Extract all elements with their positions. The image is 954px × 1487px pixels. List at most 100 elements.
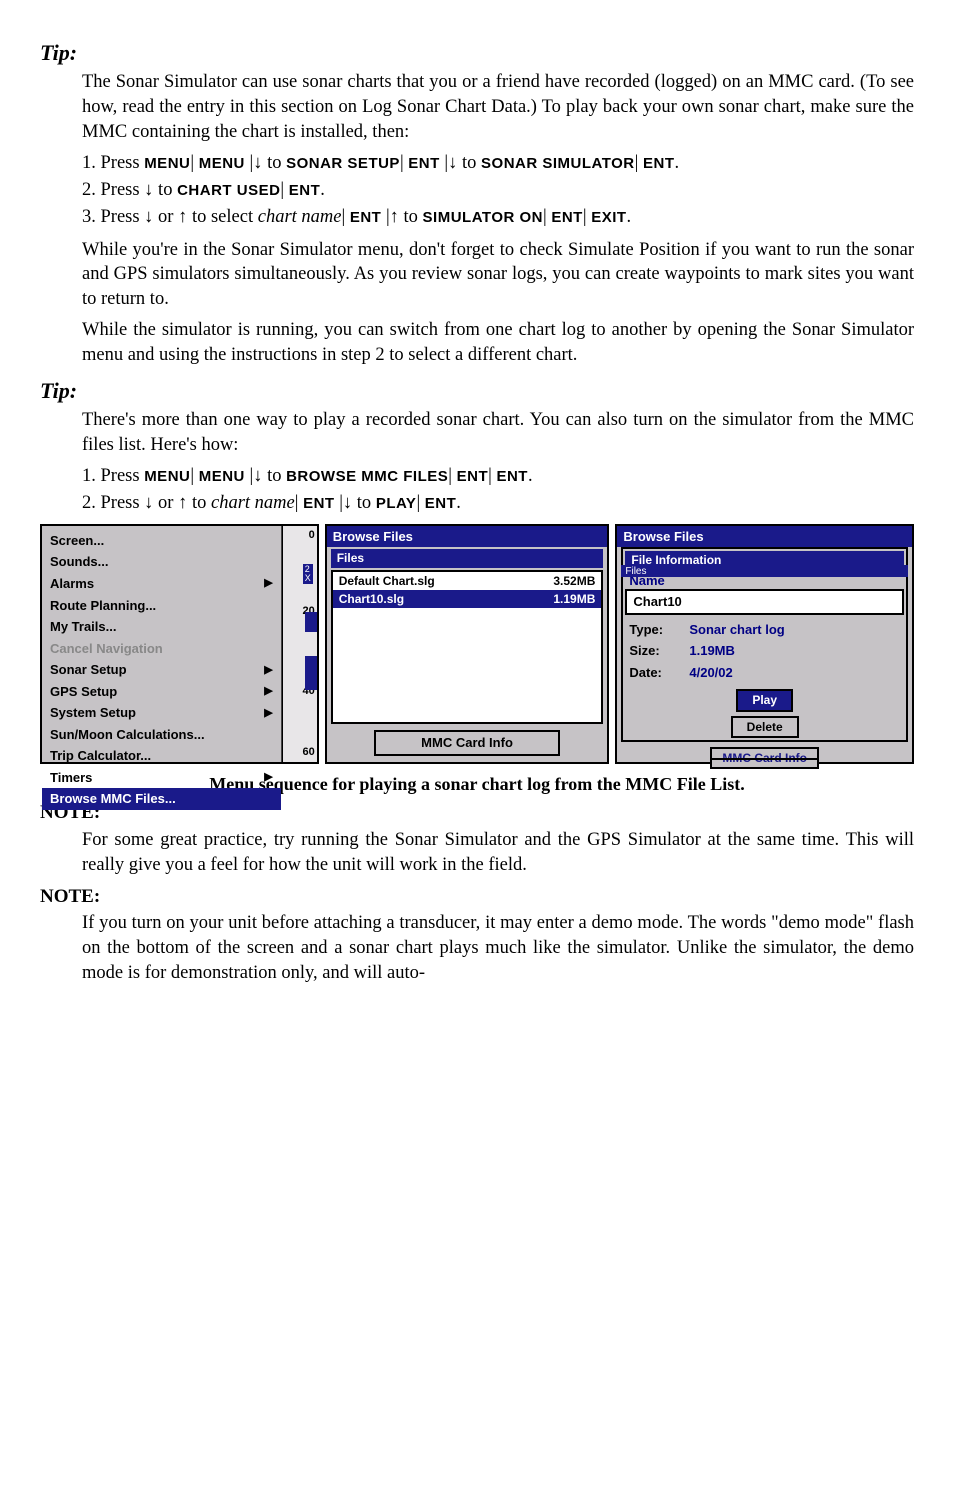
t2s2-ent2: ENT: [425, 495, 457, 512]
tip1-para3: While the simulator is running, you can …: [82, 318, 914, 368]
play-button[interactable]: Play: [736, 689, 793, 711]
menu-item-label: Sonar Setup: [50, 661, 127, 679]
menu-item-label: Trip Calculator...: [50, 747, 151, 765]
menu-item[interactable]: Screen...: [42, 530, 281, 552]
tip2-step2: 2. Press ↓ or ↑ to chart name| ENT |↓ to…: [82, 491, 914, 516]
menu-item-label: System Setup: [50, 704, 136, 722]
menu-item[interactable]: Sounds...: [42, 551, 281, 573]
menu-item[interactable]: Trip Calculator...: [42, 745, 281, 767]
s3-sim: SIMULATOR ON: [423, 209, 543, 226]
t2s1-browse: BROWSE MMC FILES: [286, 468, 448, 485]
menu-item[interactable]: System Setup ▶: [42, 702, 281, 724]
info-label: Type:: [629, 621, 689, 639]
tip1-para: The Sonar Simulator can use sonar charts…: [82, 70, 914, 145]
info-row: Size:1.19MB: [625, 640, 904, 662]
t2s1-b: |↓ to: [250, 466, 287, 486]
tip2-para: There's more than one way to play a reco…: [82, 408, 914, 458]
tip1-para2: While you're in the Sonar Simulator menu…: [82, 238, 914, 313]
info-buttons: Play Delete: [625, 689, 904, 737]
menu-panel: Screen... Sounds... Alarms ▶ Route Planning.…: [40, 524, 319, 764]
note2-para: If you turn on your unit before attachin…: [82, 911, 914, 986]
menu-item[interactable]: Sun/Moon Calculations...: [42, 724, 281, 746]
menu-item-label: Browse MMC Files...: [50, 790, 176, 808]
tip1-body: The Sonar Simulator can use sonar charts…: [82, 70, 914, 145]
menu-item[interactable]: Route Planning...: [42, 595, 281, 617]
s3-ent2: ENT: [551, 209, 583, 226]
menu-item[interactable]: Alarms ▶: [42, 573, 281, 595]
ruler-block1: [305, 612, 317, 632]
menu-item[interactable]: My Trails...: [42, 616, 281, 638]
tip2-step1: 1. Press MENU| MENU |↓ to BROWSE MMC FIL…: [82, 464, 914, 489]
menu-item-label: Screen...: [50, 532, 104, 550]
info-value: 1.19MB: [689, 642, 735, 660]
submenu-arrow-icon: ▶: [264, 576, 272, 591]
s3-name: chart name: [258, 207, 342, 227]
info-titlebar: Browse Files: [617, 526, 912, 548]
menu-item-label: Sun/Moon Calculations...: [50, 726, 205, 744]
file-row[interactable]: Chart10.slg1.19MB: [333, 590, 602, 608]
info-value: 4/20/02: [689, 664, 732, 682]
file-name: Default Chart.slg: [339, 573, 435, 589]
step2: 2. Press ↓ to CHART USED| ENT.: [82, 178, 914, 203]
submenu-arrow-icon: ▶: [264, 770, 272, 785]
s3-exit: EXIT: [591, 209, 626, 226]
browse-files-subtitle: Files: [331, 549, 604, 567]
t2s2-b: |↓ to: [339, 493, 376, 513]
depth-ruler: 0 2X 20 40 60: [282, 526, 317, 762]
s1-ent2: ENT: [643, 155, 675, 172]
s1-sonar: SONAR SETUP: [286, 155, 400, 172]
note2-heading: NOTE:: [40, 884, 914, 910]
s1-t1: 1. Press: [82, 153, 144, 173]
s2-chart: CHART USED: [177, 182, 280, 199]
file-list: Default Chart.slg3.52MBChart10.slg1.19MB: [331, 570, 604, 725]
ruler-block2: [305, 656, 317, 690]
menu-item[interactable]: Sonar Setup▶: [42, 659, 281, 681]
screenshots-row: Screen... Sounds... Alarms ▶ Route Planning.…: [40, 524, 914, 764]
mmc-card-info-button[interactable]: MMC Card Info: [374, 730, 560, 756]
mmc-card-info-button-crossed[interactable]: MMC Card Info: [710, 747, 819, 769]
s1-menu2: MENU: [199, 155, 245, 172]
step1: 1. Press MENU| MENU |↓ to SONAR SETUP| E…: [82, 151, 914, 176]
delete-button[interactable]: Delete: [731, 716, 799, 738]
menu-item-label: Alarms: [50, 575, 94, 593]
menu-item[interactable]: Cancel Navigation: [42, 638, 281, 660]
info-row: Date:4/20/02: [625, 662, 904, 684]
file-row[interactable]: Default Chart.slg3.52MB: [333, 572, 602, 590]
tip2-steps: 1. Press MENU| MENU |↓ to BROWSE MMC FIL…: [82, 464, 914, 516]
ruler-2x: 2X: [303, 564, 313, 584]
info-label: Size:: [629, 642, 689, 660]
s3-t1: 3. Press ↓ or ↑ to select: [82, 207, 258, 227]
tip2-body: There's more than one way to play a reco…: [82, 408, 914, 458]
t2s1-menu: MENU: [144, 468, 190, 485]
submenu-arrow-icon: ▶: [264, 706, 272, 721]
info-name-value: Chart10: [625, 589, 904, 615]
info-row: Type:Sonar chart log: [625, 619, 904, 641]
t2s1-ent2: ENT: [496, 468, 528, 485]
menu-item-label: Cancel Navigation: [50, 640, 163, 658]
t2s1-ent1: ENT: [457, 468, 489, 485]
menu-item[interactable]: Browse MMC Files...: [42, 788, 281, 810]
s1-menu1: MENU: [144, 155, 190, 172]
note2-body: If you turn on your unit before attachin…: [82, 911, 914, 986]
ruler-60: 60: [302, 745, 314, 760]
menu-item[interactable]: GPS Setup▶: [42, 681, 281, 703]
tip1-steps: 1. Press MENU| MENU |↓ to SONAR SETUP| E…: [82, 151, 914, 230]
t2s1-a: 1. Press: [82, 466, 144, 486]
menu-item[interactable]: Timers ▶: [42, 767, 281, 789]
note1-para: For some great practice, try running the…: [82, 828, 914, 878]
step3: 3. Press ↓ or ↑ to select chart name| EN…: [82, 205, 914, 230]
t2s2-play: PLAY: [376, 495, 417, 512]
menu-item-label: Route Planning...: [50, 597, 156, 615]
submenu-arrow-icon: ▶: [264, 684, 272, 699]
file-info-panel: Browse Files Files File Information Name…: [615, 524, 914, 764]
s2-ent: ENT: [289, 182, 321, 199]
ruler-0: 0: [309, 528, 315, 543]
tip1-after: While you're in the Sonar Simulator menu…: [82, 238, 914, 369]
s3-ent1: ENT: [350, 209, 382, 226]
menu-item-label: Timers: [50, 769, 92, 787]
tip2-heading: Tip:: [40, 376, 914, 406]
info-value: Sonar chart log: [689, 621, 784, 639]
s3-t2: |↑ to: [386, 207, 423, 227]
menu-item-label: Sounds...: [50, 553, 109, 571]
info-files-strike: Files: [621, 565, 908, 577]
